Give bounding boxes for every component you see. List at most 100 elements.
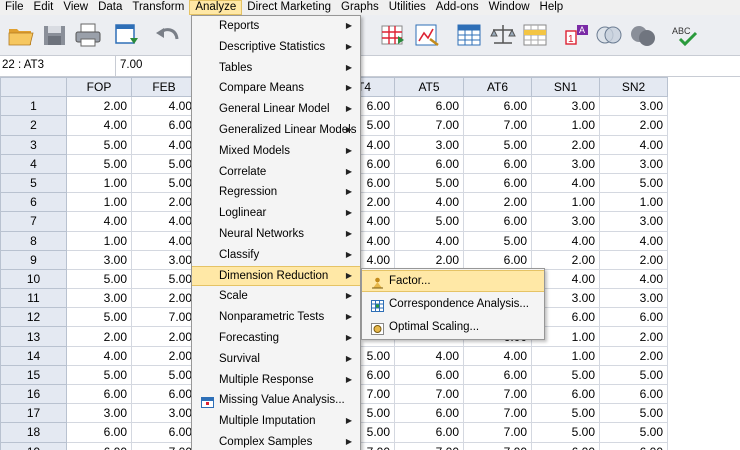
data-cell[interactable]: 3.00 xyxy=(599,96,668,117)
data-cell[interactable]: 5.00 xyxy=(463,230,532,251)
data-cell[interactable]: 3.00 xyxy=(599,288,668,309)
data-cell[interactable]: 2.00 xyxy=(66,326,132,347)
data-cell[interactable]: 4.00 xyxy=(131,230,197,251)
data-cell[interactable]: 5.00 xyxy=(66,364,132,386)
row-header[interactable]: 2 xyxy=(0,115,67,136)
data-cell[interactable]: 2.00 xyxy=(599,345,668,366)
data-cell[interactable]: 7.00 xyxy=(394,441,464,450)
menu-item-forecasting[interactable]: Forecasting ▶ xyxy=(192,328,360,349)
data-cell[interactable]: 5.00 xyxy=(531,422,600,443)
menu-item-reports[interactable]: Reports ▶ xyxy=(192,16,360,37)
data-cell[interactable]: 4.00 xyxy=(131,96,197,117)
row-header[interactable]: 9 xyxy=(0,249,67,270)
data-cell[interactable]: 4.00 xyxy=(394,192,464,213)
menu-item-regression[interactable]: Regression ▶ xyxy=(192,182,360,203)
select-cases-icon[interactable] xyxy=(520,21,550,49)
data-cell[interactable]: 5.00 xyxy=(66,268,132,290)
data-grid-icon[interactable] xyxy=(454,21,484,49)
submenu-item-optimal-scaling[interactable]: Optimal Scaling... xyxy=(362,316,544,338)
data-cell[interactable]: 3.00 xyxy=(131,249,197,270)
data-cell[interactable]: 6.00 xyxy=(463,172,532,194)
menu-item-nonparametric-tests[interactable]: Nonparametric Tests ▶ xyxy=(192,307,360,328)
row-header[interactable]: 4 xyxy=(0,153,67,174)
data-cell[interactable]: 4.00 xyxy=(66,211,132,232)
data-cell[interactable]: 7.00 xyxy=(463,441,532,450)
data-cell[interactable]: 2.00 xyxy=(463,192,532,213)
data-cell[interactable]: 3.00 xyxy=(394,134,464,155)
data-cell[interactable]: 6.00 xyxy=(463,96,532,117)
menu-item-general-linear-model[interactable]: General Linear Model ▶ xyxy=(192,99,360,120)
data-cell[interactable]: 5.00 xyxy=(599,172,668,194)
data-cell[interactable]: 4.00 xyxy=(463,345,532,366)
menu-edit[interactable]: Edit xyxy=(29,0,59,15)
column-header[interactable]: SN2 xyxy=(599,77,668,98)
print-icon[interactable] xyxy=(73,21,103,49)
row-header[interactable]: 17 xyxy=(0,403,67,424)
data-cell[interactable]: 5.00 xyxy=(599,403,668,424)
save-icon[interactable] xyxy=(40,21,70,49)
data-cell[interactable]: 5.00 xyxy=(66,307,132,328)
data-cell[interactable]: 4.00 xyxy=(599,230,668,251)
column-header[interactable]: AT5 xyxy=(394,77,464,98)
data-cell[interactable]: 7.00 xyxy=(131,307,197,328)
row-header[interactable]: 18 xyxy=(0,422,67,443)
data-cell[interactable]: 4.00 xyxy=(66,115,132,136)
menu-item-classify[interactable]: Classify ▶ xyxy=(192,245,360,266)
menu-direct-marketing[interactable]: Direct Marketing xyxy=(242,0,336,15)
data-cell[interactable]: 6.00 xyxy=(531,441,600,450)
row-header[interactable]: 3 xyxy=(0,134,67,155)
data-cell[interactable]: 3.00 xyxy=(66,403,132,424)
data-cell[interactable]: 3.00 xyxy=(531,153,600,174)
data-cell[interactable]: 5.00 xyxy=(531,364,600,386)
value-labels-icon[interactable]: 1A xyxy=(562,21,592,49)
data-cell[interactable]: 1.00 xyxy=(531,192,600,213)
row-header[interactable]: 15 xyxy=(0,364,67,386)
menu-item-descriptive-statistics[interactable]: Descriptive Statistics ▶ xyxy=(192,37,360,58)
data-cell[interactable]: 6.00 xyxy=(599,383,668,405)
split-file-icon[interactable] xyxy=(378,21,408,49)
row-header[interactable]: 8 xyxy=(0,230,67,251)
data-cell[interactable]: 6.00 xyxy=(394,364,464,386)
data-cell[interactable]: 7.00 xyxy=(463,422,532,443)
data-cell[interactable]: 3.00 xyxy=(599,211,668,232)
cell-value-field[interactable]: 7.00 xyxy=(120,59,142,71)
data-cell[interactable]: 2.00 xyxy=(531,249,600,270)
data-cell[interactable]: 4.00 xyxy=(394,230,464,251)
data-cell[interactable]: 3.00 xyxy=(531,211,600,232)
data-cell[interactable]: 5.00 xyxy=(394,211,464,232)
row-header[interactable]: 5 xyxy=(0,172,67,194)
menu-help[interactable]: Help xyxy=(535,0,569,15)
row-header[interactable]: 12 xyxy=(0,307,67,328)
data-cell[interactable]: 1.00 xyxy=(531,345,600,366)
data-cell[interactable]: 7.00 xyxy=(394,115,464,136)
data-cell[interactable]: 6.00 xyxy=(131,422,197,443)
data-cell[interactable]: 1.00 xyxy=(599,192,668,213)
data-cell[interactable]: 5.00 xyxy=(599,364,668,386)
grid-corner[interactable] xyxy=(0,77,67,98)
row-header[interactable]: 11 xyxy=(0,288,67,309)
data-cell[interactable]: 2.00 xyxy=(394,249,464,270)
menu-transform[interactable]: Transform xyxy=(127,0,189,15)
row-header[interactable]: 19 xyxy=(0,441,67,450)
data-cell[interactable]: 2.00 xyxy=(599,326,668,347)
menu-item-survival[interactable]: Survival ▶ xyxy=(192,349,360,370)
submenu-item-correspondence-analysis[interactable]: Correspondence Analysis... xyxy=(362,293,544,315)
data-cell[interactable]: 6.00 xyxy=(394,403,464,424)
data-cell[interactable]: 2.00 xyxy=(66,96,132,117)
data-cell[interactable]: 6.00 xyxy=(599,441,668,450)
data-cell[interactable]: 3.00 xyxy=(131,403,197,424)
data-cell[interactable]: 1.00 xyxy=(66,192,132,213)
menu-add-ons[interactable]: Add-ons xyxy=(431,0,484,15)
menu-utilities[interactable]: Utilities xyxy=(384,0,431,15)
menu-item-generalized-linear-models[interactable]: Generalized Linear Models ▶ xyxy=(192,120,360,141)
data-cell[interactable]: 2.00 xyxy=(131,326,197,347)
data-cell[interactable]: 5.00 xyxy=(131,364,197,386)
data-cell[interactable]: 5.00 xyxy=(531,403,600,424)
data-cell[interactable]: 5.00 xyxy=(599,422,668,443)
menu-graphs[interactable]: Graphs xyxy=(336,0,384,15)
submenu-item-factor[interactable]: Factor... xyxy=(362,270,544,292)
data-cell[interactable]: 4.00 xyxy=(131,134,197,155)
data-cell[interactable]: 6.00 xyxy=(66,383,132,405)
data-cell[interactable]: 5.00 xyxy=(394,172,464,194)
menu-analyze[interactable]: Analyze xyxy=(189,0,243,15)
